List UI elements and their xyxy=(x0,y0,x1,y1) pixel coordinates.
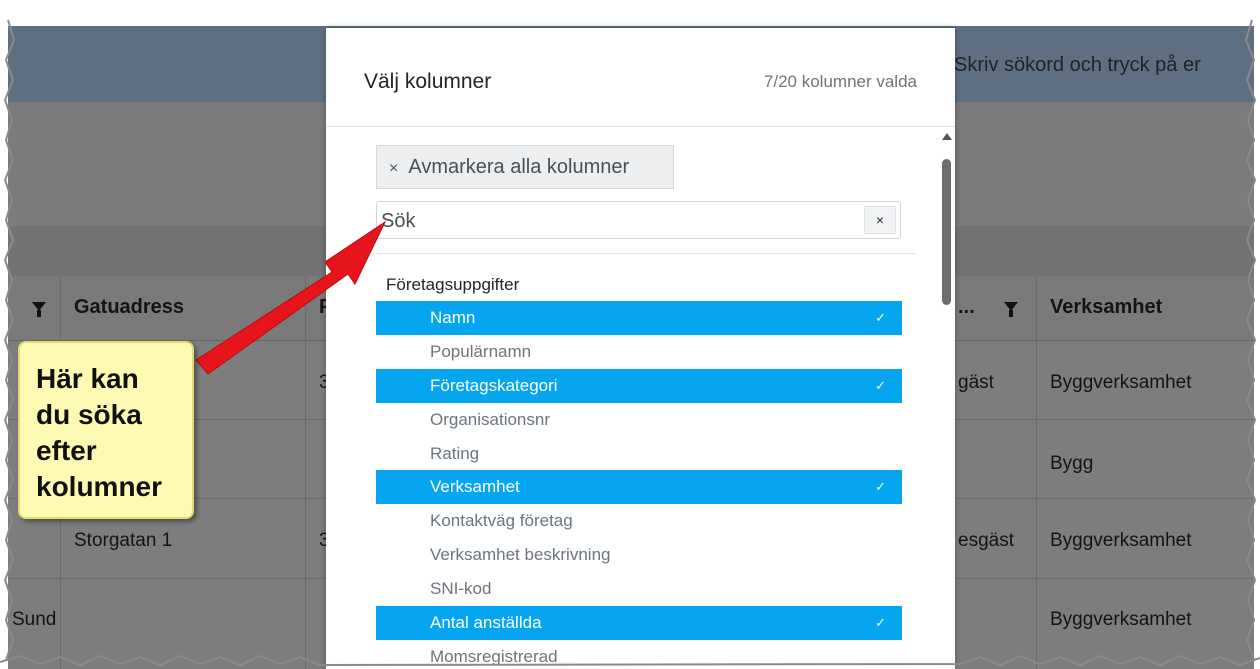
callout-text: Här kan du söka efter kolumner xyxy=(36,363,163,502)
group-label: Företagsuppgifter xyxy=(386,275,520,294)
filter-icon[interactable] xyxy=(32,302,46,317)
grid-cell: Byggverksamhet xyxy=(1050,609,1192,630)
help-callout: Här kan du söka efter kolumner xyxy=(18,341,194,519)
column-option-label: Rating xyxy=(430,443,480,463)
scrollbar[interactable] xyxy=(941,133,952,663)
check-icon: ✓ xyxy=(875,377,886,393)
column-option-label: Verksamhet beskrivning xyxy=(430,545,611,565)
column-option-label: Momsregistrerad xyxy=(430,646,558,666)
column-option[interactable]: Populärnamn xyxy=(376,335,902,369)
column-search-box: × xyxy=(376,201,901,239)
column-option[interactable]: Antal anställda ✓ xyxy=(376,606,902,640)
column-option-label: Organisationsnr xyxy=(430,409,551,429)
column-option-label: Namn xyxy=(430,308,476,327)
column-option-label: Antal anställda xyxy=(430,613,542,633)
column-option-list: Namn ✓ Populärnamn Företagskategori ✓ Orga… xyxy=(376,301,902,669)
column-option-label: Verksamhet xyxy=(430,477,520,497)
column-option[interactable]: Verksamhet beskrivning xyxy=(376,538,902,572)
column-option[interactable]: Namn ✓ xyxy=(376,301,902,335)
dialog-body: × Avmarkera alla kolumner × Företagsuppgi… xyxy=(326,127,955,669)
screenshot-frame: Skriv sökord och tryck på er Gatuadress … xyxy=(0,0,1260,669)
deselect-all-label: Avmarkera alla kolumner xyxy=(408,156,630,178)
grid-cell: Byggverksamhet xyxy=(1050,530,1192,551)
check-icon: ✓ xyxy=(875,310,886,325)
column-option[interactable]: Verksamhet ✓ xyxy=(376,470,902,505)
divider xyxy=(376,253,916,254)
dialog-title: Välj kolumner xyxy=(364,70,492,93)
grid-cell: Sund xyxy=(12,609,57,630)
column-option[interactable]: Kontaktväg företag xyxy=(376,504,902,538)
check-icon: ✓ xyxy=(875,615,886,631)
check-icon: ✓ xyxy=(875,479,886,495)
header-verksamhet[interactable]: Verksamhet xyxy=(1050,296,1162,319)
column-option[interactable]: Momsregistrerad xyxy=(376,640,902,669)
global-search-hint[interactable]: Skriv sökord och tryck på er xyxy=(954,54,1201,77)
deselect-all-button[interactable]: × Avmarkera alla kolumner xyxy=(376,145,674,189)
column-option-label: Kontaktväg företag xyxy=(430,511,573,531)
grid-cell: Byggverksamhet xyxy=(1050,372,1192,393)
column-option-label: SNI-kod xyxy=(430,579,492,599)
column-option-label: Populärnamn xyxy=(430,341,532,361)
grid-cell: esgäst xyxy=(958,530,1014,551)
selected-columns-count: 7/20 kolumner valda xyxy=(763,72,917,91)
choose-columns-dialog: Välj kolumner 7/20 kolumner valda × Avmar… xyxy=(326,28,955,669)
grid-cell: Bygg xyxy=(1050,453,1094,474)
column-search-input[interactable] xyxy=(379,204,853,238)
clear-search-button[interactable]: × xyxy=(864,206,896,234)
column-option[interactable]: Organisationsnr xyxy=(376,403,902,437)
scrollbar-thumb[interactable] xyxy=(942,159,951,305)
grid-cell: gäst xyxy=(958,372,994,393)
close-icon: × xyxy=(389,160,399,177)
grid-cell: Storgatan 1 xyxy=(74,530,173,551)
column-option[interactable]: SNI-kod xyxy=(376,572,902,606)
header-col-truncated[interactable]: ... xyxy=(958,296,975,319)
filter-icon[interactable] xyxy=(1004,302,1018,317)
column-option[interactable]: Rating xyxy=(376,437,902,471)
column-option[interactable]: Företagskategori ✓ xyxy=(376,368,902,403)
scroll-up-icon[interactable] xyxy=(942,133,952,140)
header-gatuadress[interactable]: Gatuadress xyxy=(74,296,184,319)
column-option-label: Företagskategori xyxy=(430,375,558,395)
